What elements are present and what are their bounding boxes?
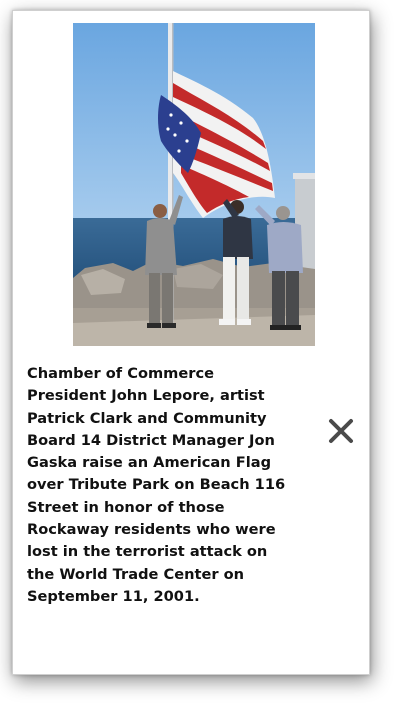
close-icon: [329, 419, 353, 443]
close-button[interactable]: [323, 413, 359, 449]
photo-popup: Chamber of Commerce President John Lepor…: [12, 10, 370, 675]
flag-raising-photo: [73, 23, 315, 346]
photo-caption: Chamber of Commerce President John Lepor…: [27, 365, 286, 605]
